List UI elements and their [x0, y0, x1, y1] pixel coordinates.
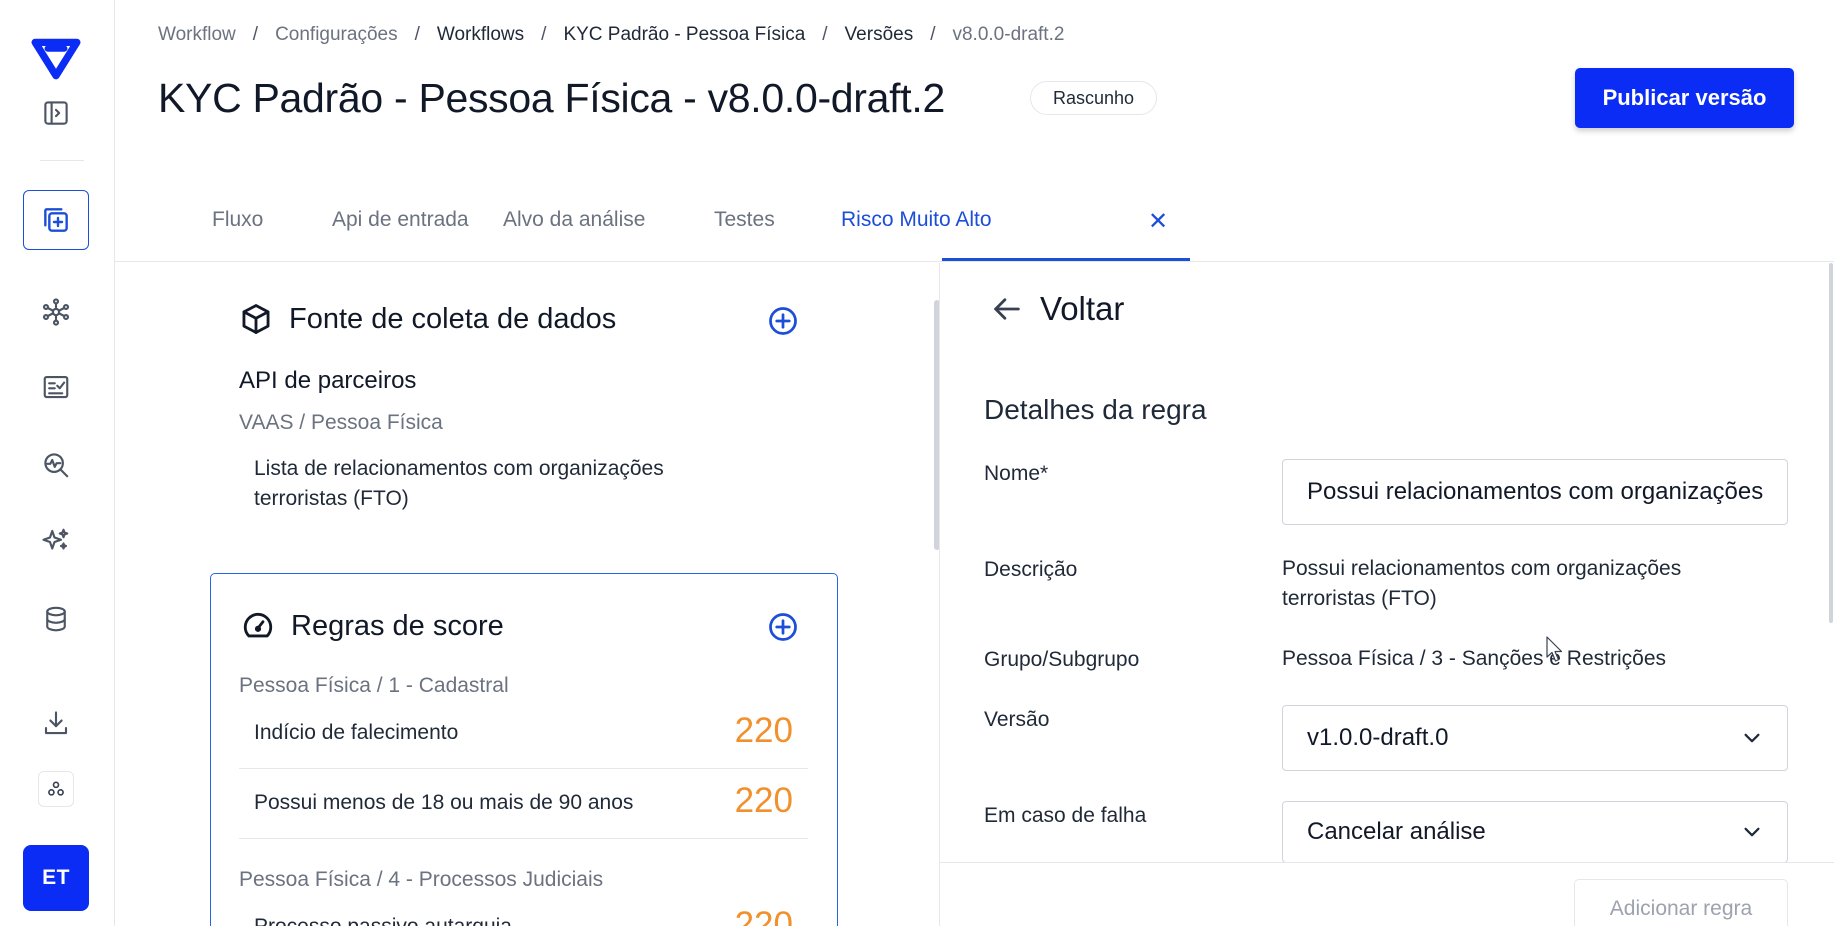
detail-footer-divider — [940, 862, 1834, 863]
checklist-icon[interactable] — [34, 365, 78, 409]
tab-fluxo[interactable]: Fluxo — [212, 208, 263, 232]
sparkle-icon[interactable] — [34, 519, 78, 563]
breadcrumb-separator: / — [541, 24, 547, 45]
download-icon[interactable] — [34, 701, 78, 745]
publish-version-button[interactable]: Publicar versão — [1575, 68, 1794, 128]
breadcrumb-configuracoes[interactable]: Configurações — [275, 24, 398, 46]
score-rule-value: 220 — [734, 905, 793, 926]
description-value: Possui relacionamentos com organizações … — [1282, 557, 1682, 610]
data-source-header: Fonte de coleta de dados — [239, 302, 616, 336]
sidebar: ET — [0, 0, 115, 926]
workflow-add-icon[interactable] — [23, 190, 89, 250]
partner-name: API de parceiros — [239, 367, 417, 394]
breadcrumb-separator: / — [252, 24, 259, 45]
group-subgroup-label: Grupo/Subgrupo — [984, 648, 1140, 671]
logo-icon[interactable] — [31, 34, 81, 84]
score-rule-value: 220 — [734, 781, 793, 820]
breadcrumb: Workflow / Configurações / Workflows / K… — [158, 24, 1064, 46]
tab-bar: Fluxo Api de entrada Alvo da análise Tes… — [115, 190, 1834, 262]
active-tab-indicator — [942, 258, 1190, 261]
breadcrumb-separator: / — [822, 24, 828, 45]
back-label: Voltar — [1040, 290, 1125, 327]
score-rules-header: Regras de score — [241, 609, 504, 643]
score-rule-row[interactable]: Possui menos de 18 ou mais de 90 anos 22… — [239, 771, 808, 839]
panel-toggle-icon[interactable] — [34, 91, 78, 135]
score-rule-value: 220 — [734, 711, 793, 750]
database-icon[interactable] — [34, 597, 78, 641]
rule-group-label: Pessoa Física / 4 - Processos Judiciais — [239, 868, 604, 891]
rule-name-input[interactable] — [1282, 459, 1788, 525]
group-subgroup-value: Pessoa Física / 3 - Sanções e Restrições — [1282, 647, 1666, 670]
description-label: Descrição — [984, 558, 1078, 581]
tab-testes[interactable]: Testes — [714, 208, 775, 232]
add-rule-button[interactable]: Adicionar regra — [1574, 879, 1788, 926]
chevron-down-icon — [1744, 827, 1760, 837]
tab-api-de-entrada[interactable]: Api de entrada — [332, 208, 469, 232]
analysis-search-icon[interactable] — [34, 443, 78, 487]
score-rule-row[interactable]: Processo passivo autarquia 220 — [239, 895, 808, 926]
mouse-cursor-icon — [1546, 636, 1563, 662]
breadcrumb-current-version: v8.0.0-draft.2 — [952, 24, 1065, 45]
version-select[interactable]: v1.0.0-draft.0 — [1282, 705, 1788, 771]
failure-selected-value: Cancelar análise — [1307, 818, 1486, 845]
apps-icon[interactable] — [38, 771, 74, 807]
breadcrumb-workflow[interactable]: Workflow — [158, 24, 236, 46]
close-tab-icon[interactable]: ✕ — [1148, 207, 1168, 236]
arrow-left-icon — [994, 298, 1020, 320]
data-source-title: Fonte de coleta de dados — [289, 302, 617, 335]
version-selected-value: v1.0.0-draft.0 — [1307, 724, 1449, 751]
add-data-source-icon[interactable] — [768, 306, 798, 336]
page-title: KYC Padrão - Pessoa Física - v8.0.0-draf… — [158, 75, 945, 121]
tab-alvo-da-analise[interactable]: Alvo da análise — [503, 208, 645, 232]
failure-action-select[interactable]: Cancelar análise — [1282, 801, 1788, 863]
gauge-icon — [243, 613, 273, 638]
partner-path: VAAS / Pessoa Física — [239, 411, 443, 434]
failure-label: Em caso de falha — [984, 804, 1147, 827]
network-icon[interactable] — [34, 290, 78, 334]
status-badge: Rascunho — [1030, 81, 1158, 115]
score-rule-name: Processo passivo autarquia — [254, 915, 512, 926]
rail-divider — [40, 160, 84, 161]
score-rule-row[interactable]: Indício de falecimento 220 — [239, 701, 808, 769]
rule-details-title: Detalhes da regra — [984, 394, 1207, 425]
breadcrumb-workflows[interactable]: Workflows — [437, 24, 524, 46]
partner-list-item[interactable]: Lista de relacionamentos com organizaçõe… — [254, 454, 754, 514]
score-rule-name: Possui menos de 18 ou mais de 90 anos — [254, 791, 634, 814]
breadcrumb-kyc[interactable]: KYC Padrão - Pessoa Física — [563, 24, 805, 46]
score-rule-name: Indício de falecimento — [254, 721, 459, 744]
user-avatar[interactable]: ET — [23, 845, 89, 911]
name-label: Nome* — [984, 462, 1049, 485]
breadcrumb-separator: / — [930, 24, 936, 45]
right-panel-scrollbar[interactable] — [1829, 263, 1833, 623]
back-button[interactable]: Voltar — [990, 290, 1124, 328]
breadcrumb-separator: / — [414, 24, 420, 45]
version-label: Versão — [984, 708, 1050, 731]
score-rules-title: Regras de score — [291, 609, 504, 642]
add-score-rule-icon[interactable] — [768, 612, 798, 642]
tab-risco-muito-alto[interactable]: Risco Muito Alto — [841, 208, 992, 232]
rule-group-label: Pessoa Física / 1 - Cadastral — [239, 674, 509, 697]
breadcrumb-versoes[interactable]: Versões — [845, 24, 914, 46]
chevron-down-icon — [1744, 733, 1760, 743]
cube-icon — [242, 304, 270, 334]
